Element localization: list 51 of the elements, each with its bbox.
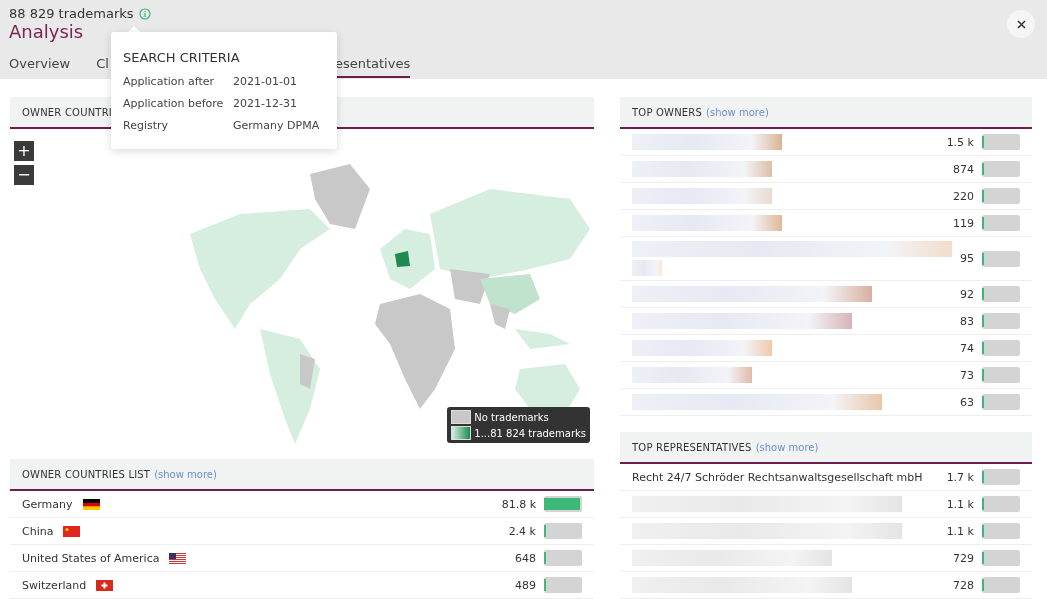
trademark-count: 489: [515, 578, 536, 592]
trademark-count: 648: [515, 551, 536, 565]
legend-swatch: [451, 426, 472, 440]
legend-swatch: [451, 410, 472, 424]
trademark-count: 874: [953, 162, 974, 176]
legend-label: 1...81 824 trademarks: [474, 427, 586, 439]
criteria-value: 2021-01-01: [233, 74, 298, 90]
flag-icon: [63, 525, 81, 537]
trademark-count: 1.7 k: [946, 470, 974, 484]
trademark-count: 1.5 k: [946, 135, 974, 149]
trademark-count: 92: [960, 287, 974, 301]
trademark-count: 73: [960, 368, 974, 382]
trademark-count: 81.8 k: [501, 497, 536, 511]
trademark-count: 95: [960, 252, 974, 265]
close-button[interactable]: [1007, 10, 1035, 38]
trademark-count: 88 829 trademarks: [9, 6, 134, 21]
country-name: China: [22, 524, 54, 538]
trademark-count: 1.1 k: [946, 497, 974, 511]
tab[interactable]: Overview: [9, 56, 71, 78]
flag-icon: [96, 579, 114, 591]
zoom-in-button[interactable]: +: [14, 141, 34, 161]
representative-name: Recht 24/7 Schröder Rechtsanwaltsgesellschaft mbH: [632, 470, 923, 484]
trademark-count: 220: [953, 189, 974, 203]
trademark-count: 63: [960, 395, 974, 409]
criteria-label: Application after: [123, 74, 215, 90]
trademark-count: 83: [960, 314, 974, 328]
panel-title: OWNER COUNTRIES LIST: [22, 468, 151, 480]
trademark-count: 119: [953, 216, 974, 230]
criteria-value: Germany DPMA: [233, 118, 321, 134]
trademark-count: 74: [960, 341, 974, 355]
tab[interactable]: Cl: [96, 56, 109, 78]
criteria-label: Registry: [123, 118, 170, 134]
country-name: Germany: [22, 497, 73, 511]
panel-title: TOP REPRESENTATIVES: [632, 441, 752, 453]
page-title: Analysis: [9, 21, 84, 42]
tooltip-title: SEARCH CRITERIA: [123, 50, 241, 65]
trademark-count: 2.4 k: [508, 524, 536, 538]
trademark-count: 729: [953, 551, 974, 565]
flag-icon: [169, 552, 187, 564]
criteria-value: 2021-12-31: [233, 96, 298, 112]
trademark-count: 728: [953, 578, 974, 592]
zoom-out-button[interactable]: −: [14, 165, 34, 185]
criteria-label: Application before: [123, 96, 225, 112]
flag-icon: [82, 498, 100, 510]
country-name: United States of America: [22, 551, 160, 565]
country-name: Switzerland: [22, 578, 87, 592]
close-icon: [1016, 19, 1026, 29]
panel-title: OWNER COUNTRI: [22, 106, 112, 118]
panel-title: TOP OWNERS: [632, 106, 703, 118]
trademark-count: 1.1 k: [946, 524, 974, 538]
legend-label: No trademarks: [474, 411, 549, 423]
